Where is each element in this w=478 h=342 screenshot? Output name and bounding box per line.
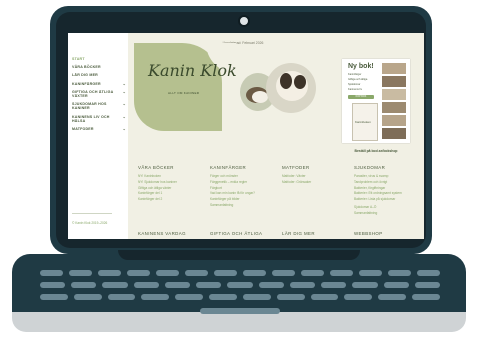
- sidebar-item-health[interactable]: KANINENS LIV OCH HÄLSA ⌄: [72, 114, 126, 123]
- sidebar-item-label: VÅRA BÖCKER: [72, 65, 101, 70]
- sidebar-item-colors[interactable]: KANINFÄRGER ⌄: [72, 81, 126, 86]
- column-link[interactable]: Parasiter, virus & svamp: [354, 174, 418, 179]
- column-link[interactable]: Kaninfärger del 2: [138, 198, 202, 202]
- column-heading: MATFODER: [282, 165, 310, 170]
- sidebar-item-label: MATFODER: [72, 127, 94, 132]
- column-heading: GIFTIGA OCH ÄTLIGA: [210, 231, 263, 236]
- list-item: Kaninfärger: [348, 73, 362, 76]
- screen: START VÅRA BÖCKER LÄR DIG MER KANINFÄRGE…: [68, 33, 424, 239]
- column-link[interactable]: NY! Kaninboken: [138, 174, 202, 179]
- column-learn: LÄR DIG MER: [282, 231, 346, 236]
- column-link[interactable]: Matfoder: Växter: [282, 174, 346, 179]
- column-link[interactable]: Färger och mönster: [210, 174, 274, 179]
- keyboard: [40, 270, 441, 306]
- sidebar-item-label: START: [72, 57, 85, 61]
- book-cover: Kaninboken: [352, 103, 378, 141]
- sidebar-nav: START VÅRA BÖCKER LÄR DIG MER KANINFÄRGE…: [72, 57, 126, 135]
- book-promo-list: Kaninfärger Giftiga och ätliga Sjukdomar…: [348, 73, 378, 93]
- column-link[interactable]: Färggenetik – enkla regler: [210, 180, 274, 185]
- column-heading: VÅRA BÖCKER: [138, 165, 174, 170]
- column-link[interactable]: Bakterier, förgiftningar: [354, 186, 418, 191]
- sidebar: START VÅRA BÖCKER LÄR DIG MER KANINFÄRGE…: [68, 33, 128, 239]
- column-heading: SJUKDOMAR: [354, 165, 386, 170]
- sidebar-item-books[interactable]: VÅRA BÖCKER: [72, 65, 126, 69]
- site-logo-subtitle: ALLT OM KANINER: [168, 91, 200, 95]
- column-link[interactable]: Bakterier: Ett ordningsamt system: [354, 192, 418, 196]
- column-heading: KANINFÄRGER: [210, 165, 247, 170]
- laptop-base-edge: [12, 312, 466, 332]
- chevron-down-icon[interactable]: ⌄: [122, 126, 126, 131]
- chevron-down-icon[interactable]: ⌄: [122, 81, 126, 86]
- chevron-down-icon[interactable]: ⌄: [122, 102, 126, 110]
- chevron-down-icon[interactable]: ⌄: [122, 114, 126, 123]
- sidebar-item-label: SJUKDOMAR HOS KANINER: [72, 102, 107, 111]
- rabbit-photo: [266, 63, 316, 113]
- column-daily: KANINENS VARDAG: [138, 231, 202, 236]
- sidebar-item-diseases[interactable]: SJUKDOMAR HOS KANINER ⌄: [72, 102, 126, 111]
- column-link[interactable]: Sjukdomar A–Ö: [354, 205, 418, 210]
- camera-icon: [238, 15, 250, 27]
- sidebar-item-label: KANINENS LIV OCH HÄLSA: [72, 114, 110, 123]
- sidebar-item-start[interactable]: START: [72, 57, 126, 61]
- column-link[interactable]: NY! Sjukdomar hos kaniner: [138, 180, 202, 185]
- column-books: VÅRA BÖCKER NY! Kaninboken NY! Sjukdomar…: [138, 165, 202, 217]
- book-photo-strip: [382, 63, 406, 139]
- main-content: Uppdaterad: Februari 2026 Kanin Klok ALL…: [128, 33, 424, 239]
- laptop-hinge: [118, 250, 360, 260]
- book-promo[interactable]: Ny bok! Kaninfärger Giftiga och ätliga S…: [342, 59, 410, 143]
- column-colors: KANINFÄRGER Färger och mönster Färggenet…: [210, 165, 274, 217]
- column-link[interactable]: Matfoder: Grönsaker: [282, 180, 346, 185]
- book-caption[interactable]: Beställ på bod.se/bokshop: [342, 149, 410, 153]
- sidebar-item-label: GIFTIGA OCH ÄTLIGA VÄXTER: [72, 89, 114, 99]
- laptop-illustration: START VÅRA BÖCKER LÄR DIG MER KANINFÄRGE…: [0, 0, 478, 342]
- book-promo-title: Ny bok!: [348, 63, 374, 70]
- list-item: Sjukdomar: [348, 83, 361, 86]
- book-cover-title: Kaninboken: [355, 120, 371, 124]
- column-link[interactable]: Kaninfärger del 1: [138, 192, 202, 196]
- column-diseases: SJUKDOMAR Parasiter, virus & svamp Tandp…: [354, 165, 418, 217]
- column-plants: GIFTIGA OCH ÄTLIGA: [210, 231, 274, 236]
- column-link[interactable]: Sammanfattning: [354, 211, 418, 216]
- column-food: MATFODER Matfoder: Växter Matfoder: Grön…: [282, 165, 346, 217]
- sidebar-footer: © Kanin Klok 2019–2026: [72, 221, 108, 225]
- sidebar-item-learn[interactable]: LÄR DIG MER: [72, 73, 126, 77]
- sidebar-item-food[interactable]: MATFODER ⌄: [72, 126, 126, 132]
- link-columns: VÅRA BÖCKER NY! Kaninboken NY! Sjukdomar…: [138, 165, 418, 217]
- column-heading: WEBBSHOP: [354, 231, 383, 236]
- column-heading: LÄR DIG MER: [282, 231, 315, 236]
- site-logo[interactable]: Kanin Klok: [148, 61, 237, 80]
- column-link[interactable]: Giftiga och ätliga växter: [138, 186, 202, 191]
- list-item: Giftiga och ätliga: [348, 78, 368, 81]
- column-link[interactable]: Bakterier: Lista på sjukdomar: [354, 198, 418, 202]
- list-item: Kaninens liv: [348, 88, 362, 91]
- link-columns-row2: KANINENS VARDAG GIFTIGA OCH ÄTLIGA LÄR D…: [138, 231, 418, 236]
- column-heading: KANINENS VARDAG: [138, 231, 186, 236]
- buy-book-button[interactable]: KÖP BOK: [348, 95, 374, 99]
- column-link[interactable]: Kaninfärger på bilder: [210, 198, 274, 202]
- sidebar-item-label: LÄR DIG MER: [72, 73, 98, 78]
- column-link[interactable]: Vad kan min kanin få för ungar?: [210, 192, 274, 196]
- column-link[interactable]: Färgkort: [210, 186, 274, 191]
- sidebar-divider: [72, 213, 112, 214]
- chevron-down-icon[interactable]: ⌄: [122, 89, 126, 98]
- trackpad: [200, 308, 280, 314]
- column-shop: WEBBSHOP: [354, 231, 418, 236]
- sidebar-item-label: KANINFÄRGER: [72, 81, 101, 86]
- sidebar-item-plants[interactable]: GIFTIGA OCH ÄTLIGA VÄXTER ⌄: [72, 89, 126, 99]
- column-link[interactable]: Tandproblem och övrigt: [354, 180, 418, 185]
- column-link[interactable]: Sammanfattning: [210, 203, 274, 208]
